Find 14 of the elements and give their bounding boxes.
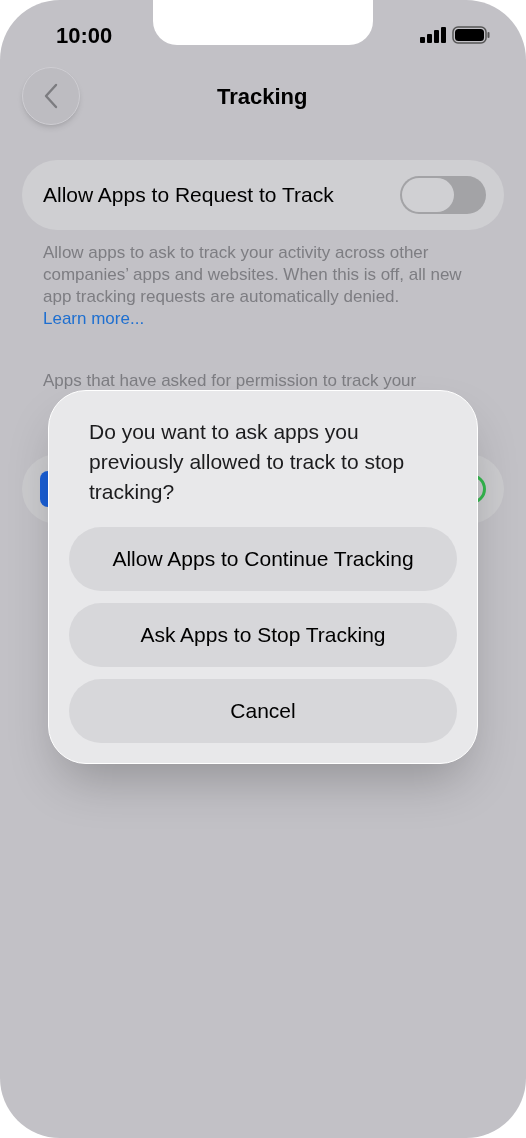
chevron-left-icon xyxy=(44,83,58,109)
alert-message: Do you want to ask apps you previously allowed to track to stop tracking? xyxy=(88,419,406,505)
alert-action-button[interactable]: Cancel xyxy=(69,679,457,743)
alert-action-button[interactable]: Allow Apps to Continue Tracking xyxy=(69,527,457,591)
section-note: Apps that have asked for permission to track your xyxy=(43,370,418,392)
page-title: Tracking xyxy=(217,82,308,111)
battery-icon xyxy=(452,26,490,44)
signal-icon xyxy=(420,27,446,43)
footnote-text: Allow apps to ask to track your activity across other companies’ apps and websites. When this is off, all new app tracking requests are automatically denied. Learn more... xyxy=(43,242,483,330)
back-button[interactable] xyxy=(22,67,80,125)
alert-action-button[interactable]: Ask Apps to Stop Tracking xyxy=(69,603,457,667)
toggle-switch[interactable] xyxy=(400,176,486,214)
setting-label: Allow Apps to Request to Track xyxy=(43,182,334,209)
status-time: 10:00 xyxy=(56,21,113,50)
